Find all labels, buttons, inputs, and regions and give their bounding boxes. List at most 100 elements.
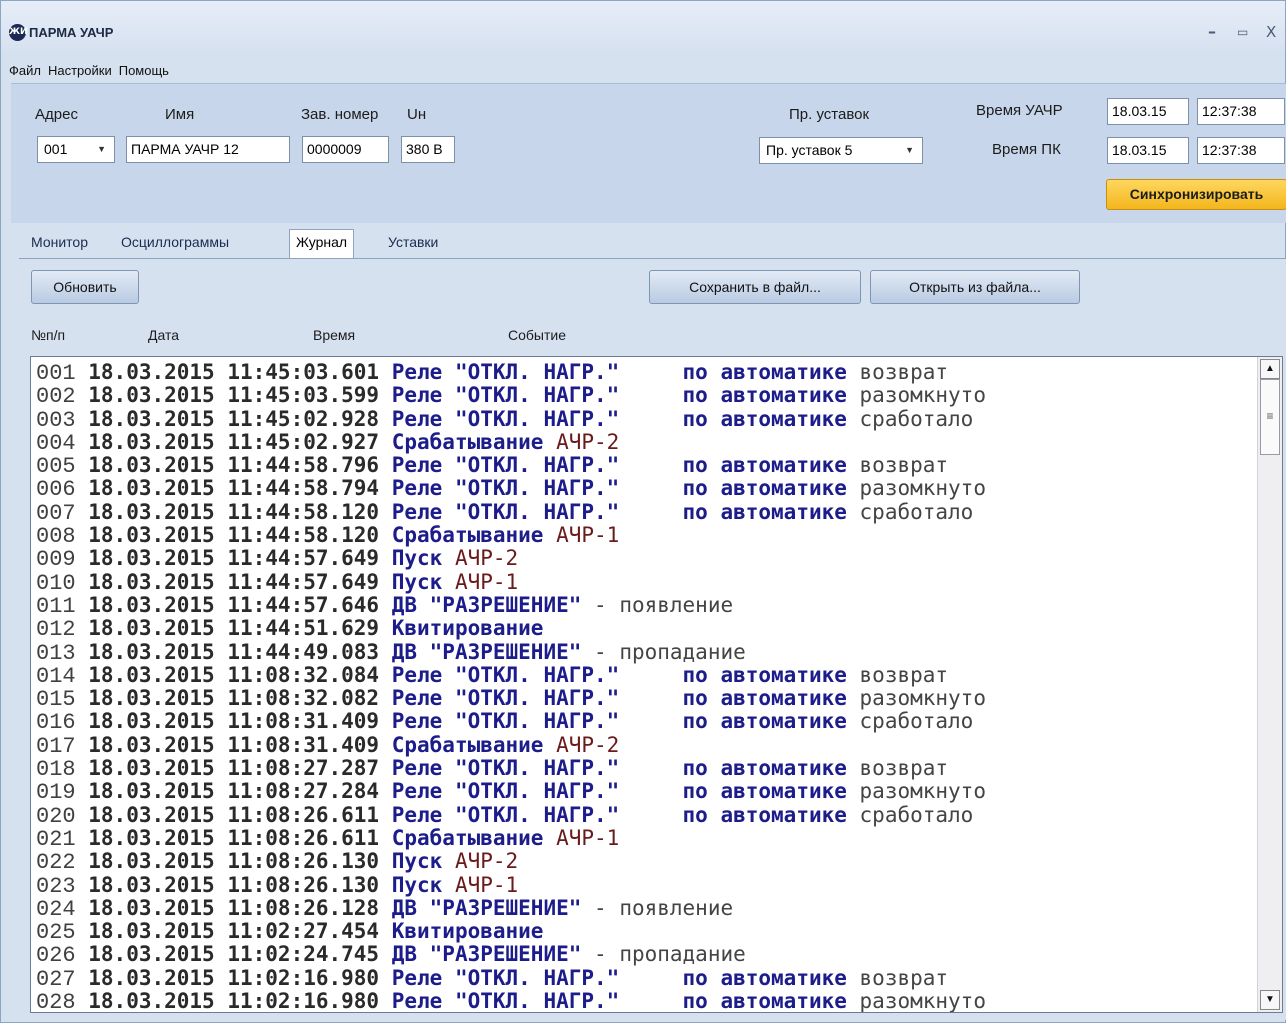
pc-time-field[interactable]: 12:37:38 xyxy=(1197,137,1285,164)
serial-field[interactable]: 0000009 xyxy=(302,136,389,163)
journal-row[interactable]: 018 18.03.2015 11:08:27.287 Реле "ОТКЛ. … xyxy=(36,756,986,781)
journal-row[interactable]: 008 18.03.2015 11:44:58.120 Срабатывание… xyxy=(36,523,986,548)
journal-row[interactable]: 002 18.03.2015 11:45:03.599 Реле "ОТКЛ. … xyxy=(36,383,986,409)
journal-row[interactable]: 022 18.03.2015 11:08:26.130 Пуск АЧР-2 xyxy=(36,849,986,875)
row-event: Пуск xyxy=(391,872,443,897)
address-select[interactable]: 001 ▼ xyxy=(37,136,115,163)
row-time: 11:02:27.454 xyxy=(227,919,380,944)
row-time: 11:08:26.130 xyxy=(227,872,380,897)
row-event: Реле "ОТКЛ. НАГР." по автоматике xyxy=(391,499,847,524)
close-button[interactable]: X xyxy=(1266,23,1276,41)
journal-row[interactable]: 028 18.03.2015 11:02:16.980 Реле "ОТКЛ. … xyxy=(36,989,986,1013)
journal-row[interactable]: 004 18.03.2015 11:45:02.927 Срабатывание… xyxy=(36,430,986,456)
menu-bar: Файл Настройки Помощь xyxy=(1,57,1285,83)
journal-row[interactable]: 019 18.03.2015 11:08:27.284 Реле "ОТКЛ. … xyxy=(36,779,986,805)
un-field[interactable]: 380 В xyxy=(401,136,455,163)
row-event-subject: АЧР-1 xyxy=(543,825,620,850)
row-event: Реле "ОТКЛ. НАГР." по автоматике xyxy=(391,453,847,478)
journal-row[interactable]: 011 18.03.2015 11:44:57.646 ДВ "РАЗРЕШЕН… xyxy=(36,592,986,618)
row-time: 11:08:31.409 xyxy=(227,709,380,734)
row-event: ДВ "РАЗРЕШЕНИЕ" xyxy=(391,895,582,920)
row-time: 11:08:26.130 xyxy=(227,849,380,874)
row-event: Срабатывание xyxy=(391,825,544,850)
save-to-file-button[interactable]: Сохранить в файл... xyxy=(649,270,861,304)
chevron-down-icon: ▼ xyxy=(97,144,106,154)
pc-date-field[interactable]: 18.03.15 xyxy=(1107,137,1189,164)
journal-row[interactable]: 005 18.03.2015 11:44:58.796 Реле "ОТКЛ. … xyxy=(36,453,986,480)
minimize-button[interactable]: – xyxy=(1208,23,1216,41)
row-event-state: - появление xyxy=(581,895,734,920)
scroll-thumb[interactable]: ≡ xyxy=(1260,379,1280,455)
menu-help[interactable]: Помощь xyxy=(119,63,169,78)
journal-row[interactable]: 026 18.03.2015 11:02:24.745 ДВ "РАЗРЕШЕН… xyxy=(36,942,986,968)
tab-oscillograms[interactable]: Осциллограммы xyxy=(121,234,229,250)
journal-row[interactable]: 025 18.03.2015 11:02:27.454 Квитирование xyxy=(36,919,986,944)
journal-row[interactable]: 020 18.03.2015 11:08:26.611 Реле "ОТКЛ. … xyxy=(36,803,986,828)
journal-row[interactable]: 003 18.03.2015 11:45:02.928 Реле "ОТКЛ. … xyxy=(36,406,986,432)
scroll-down-icon[interactable]: ▼ xyxy=(1260,990,1280,1010)
tab-monitor[interactable]: Монитор xyxy=(31,234,88,250)
row-event-state: возврат xyxy=(846,662,949,687)
tab-journal[interactable]: Журнал xyxy=(289,229,355,260)
journal-row[interactable]: 027 18.03.2015 11:02:16.980 Реле "ОТКЛ. … xyxy=(36,966,986,991)
row-event-state: - пропадание xyxy=(581,942,746,967)
journal-row[interactable]: 001 18.03.2015 11:45:03.601 Реле "ОТКЛ. … xyxy=(36,360,986,386)
row-time: 11:44:49.083 xyxy=(227,639,380,664)
journal-row[interactable]: 017 18.03.2015 11:08:31.409 Срабатывание… xyxy=(36,733,986,758)
row-event-state: разомкнуто xyxy=(846,779,986,804)
menu-settings[interactable]: Настройки xyxy=(48,63,112,78)
row-number: 005 xyxy=(36,454,76,480)
row-date: 18.03.2015 xyxy=(88,476,215,501)
column-header-time: Время xyxy=(313,327,356,343)
refresh-button[interactable]: Обновить xyxy=(31,270,139,304)
journal-row[interactable]: 006 18.03.2015 11:44:58.794 Реле "ОТКЛ. … xyxy=(36,476,986,503)
menu-file[interactable]: Файл xyxy=(9,63,41,78)
row-date: 18.03.2015 xyxy=(88,383,215,408)
name-field[interactable]: ПАРМА УАЧР 12 xyxy=(126,136,290,163)
settings-profile-value: Пр. уставок 5 xyxy=(766,142,853,158)
row-number: 014 xyxy=(36,663,76,689)
maximize-button[interactable]: ▭ xyxy=(1237,23,1248,41)
journal-row[interactable]: 012 18.03.2015 11:44:51.629 Квитирование xyxy=(36,616,986,642)
row-event: Реле "ОТКЛ. НАГР." по автоматике xyxy=(391,662,847,687)
journal-list[interactable]: 001 18.03.2015 11:45:03.601 Реле "ОТКЛ. … xyxy=(30,356,1283,1013)
row-event-state: разомкнуто xyxy=(846,686,986,711)
row-number: 016 xyxy=(36,710,76,736)
row-time: 11:44:57.646 xyxy=(227,592,380,617)
row-number: 028 xyxy=(36,990,76,1013)
row-event-state: разомкнуто xyxy=(846,476,986,501)
row-event-state: возврат xyxy=(846,453,949,478)
tab-settings[interactable]: Уставки xyxy=(388,234,438,250)
journal-row[interactable]: 015 18.03.2015 11:08:32.082 Реле "ОТКЛ. … xyxy=(36,686,986,712)
row-number: 006 xyxy=(36,477,76,503)
row-event: Квитирование xyxy=(391,616,544,641)
row-event-subject: АЧР-1 xyxy=(543,523,620,548)
journal-row[interactable]: 024 18.03.2015 11:08:26.128 ДВ "РАЗРЕШЕН… xyxy=(36,895,986,921)
settings-profile-select[interactable]: Пр. уставок 5 ▼ xyxy=(759,137,923,164)
journal-row[interactable]: 014 18.03.2015 11:08:32.084 Реле "ОТКЛ. … xyxy=(36,662,986,689)
row-number: 001 xyxy=(36,361,76,386)
journal-row[interactable]: 007 18.03.2015 11:44:58.120 Реле "ОТКЛ. … xyxy=(36,499,986,526)
row-time: 11:45:02.928 xyxy=(227,406,380,431)
scroll-up-icon[interactable]: ▲ xyxy=(1260,359,1280,379)
journal-row[interactable]: 016 18.03.2015 11:08:31.409 Реле "ОТКЛ. … xyxy=(36,709,986,736)
sync-button[interactable]: Синхронизировать xyxy=(1106,179,1286,210)
row-number: 004 xyxy=(36,430,76,456)
journal-row[interactable]: 013 18.03.2015 11:44:49.083 ДВ "РАЗРЕШЕН… xyxy=(36,639,986,666)
journal-row[interactable]: 010 18.03.2015 11:44:57.649 Пуск АЧР-1 xyxy=(36,569,986,595)
pc-time-label: Время ПК xyxy=(992,141,1061,158)
device-date-field[interactable]: 18.03.15 xyxy=(1107,98,1189,125)
row-date: 18.03.2015 xyxy=(88,523,215,548)
journal-row[interactable]: 023 18.03.2015 11:08:26.130 Пуск АЧР-1 xyxy=(36,872,986,899)
row-number: 013 xyxy=(36,640,76,666)
device-time-field[interactable]: 12:37:38 xyxy=(1197,98,1285,125)
row-time: 11:44:57.649 xyxy=(227,569,380,594)
journal-row[interactable]: 009 18.03.2015 11:44:57.649 Пуск АЧР-2 xyxy=(36,546,986,572)
journal-row[interactable]: 021 18.03.2015 11:08:26.611 Срабатывание… xyxy=(36,825,986,851)
row-date: 18.03.2015 xyxy=(88,639,215,664)
row-number: 007 xyxy=(36,500,76,526)
vertical-scrollbar[interactable]: ▲ ≡ ▼ xyxy=(1257,357,1282,1012)
row-number: 023 xyxy=(36,873,76,899)
open-from-file-button[interactable]: Открыть из файла... xyxy=(870,270,1080,304)
row-event-subject: АЧР-2 xyxy=(442,546,519,571)
